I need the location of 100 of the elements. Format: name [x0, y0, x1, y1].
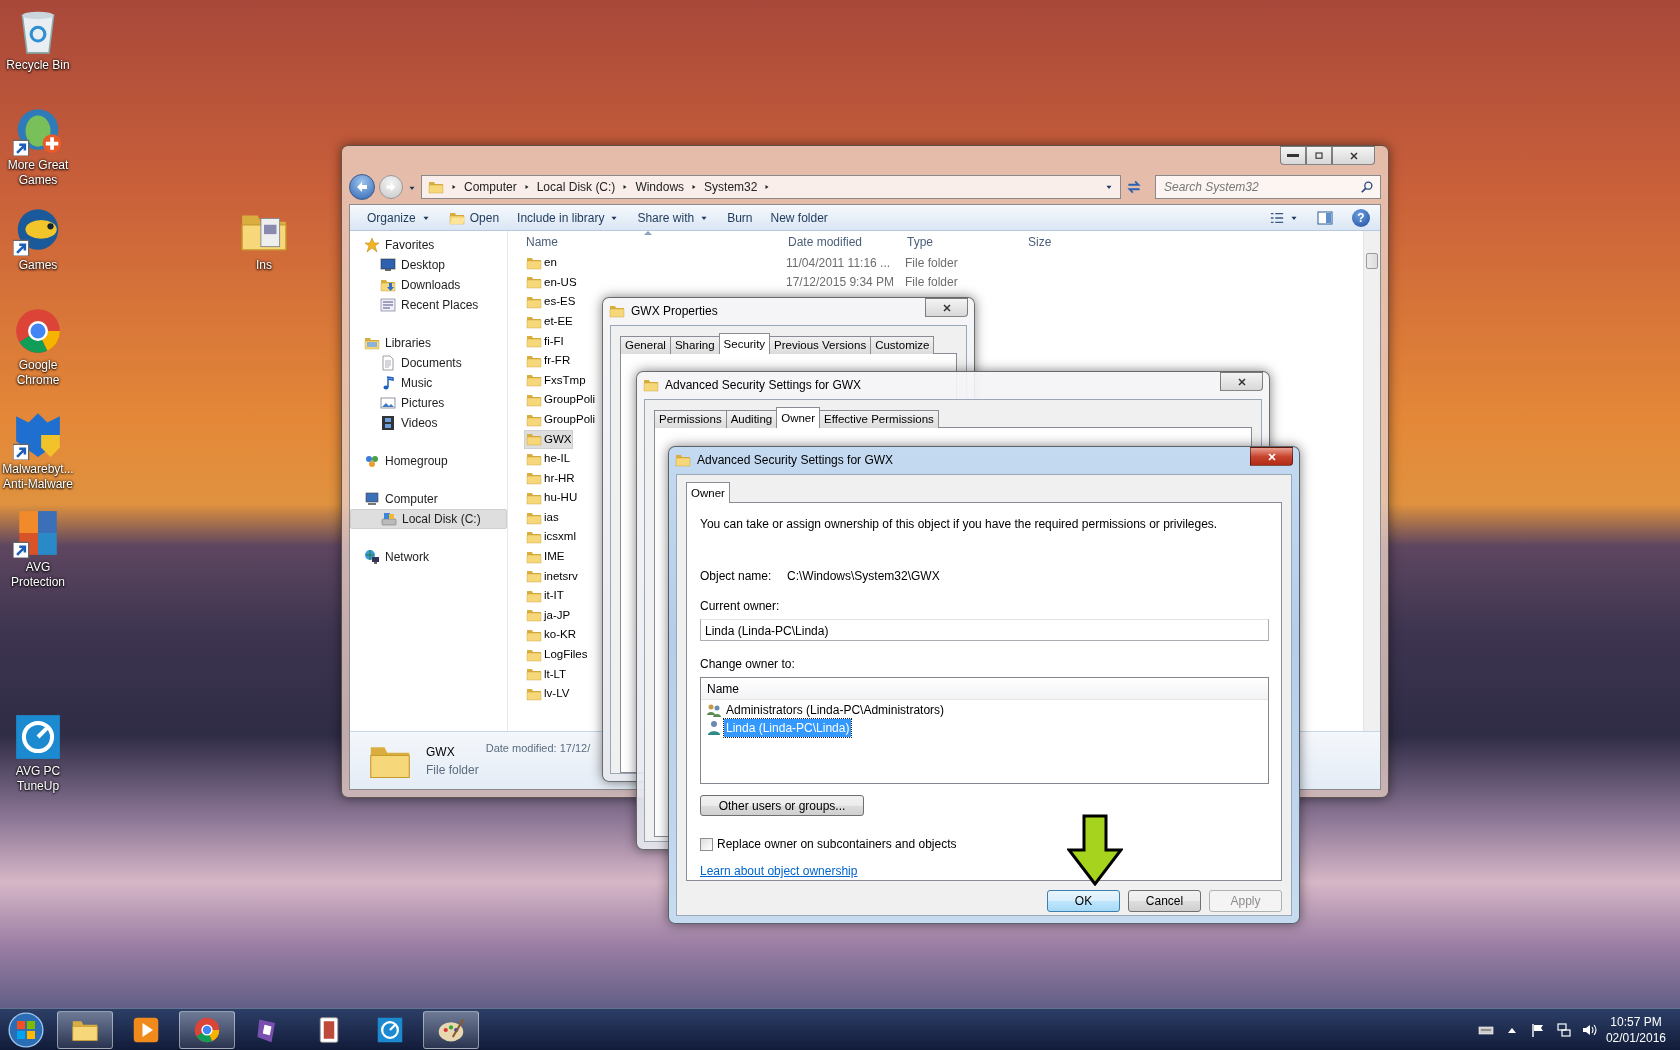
file-item[interactable]: GroupPoli: [524, 409, 598, 430]
dialog-button[interactable]: Cancel: [1128, 890, 1201, 912]
nav-item[interactable]: Local Disk (C:): [350, 509, 507, 529]
file-item[interactable]: it-IT: [524, 586, 566, 606]
file-item[interactable]: en: [524, 253, 559, 273]
tab[interactable]: Sharing: [669, 336, 720, 354]
tab[interactable]: Owner: [686, 482, 730, 503]
nav-item[interactable]: Desktop: [350, 255, 507, 275]
close-button[interactable]: [925, 298, 968, 317]
nav-item[interactable]: Documents: [350, 353, 507, 373]
column-header[interactable]: Size: [1028, 233, 1052, 251]
toolbar-button[interactable]: Organize: [360, 206, 438, 229]
checkbox[interactable]: [700, 837, 713, 851]
file-item[interactable]: LogFiles: [524, 645, 590, 665]
minimize-button[interactable]: [1280, 146, 1306, 165]
file-item[interactable]: ias: [524, 507, 561, 528]
nav-item[interactable]: Computer: [350, 489, 507, 509]
nav-item[interactable]: Network: [350, 547, 507, 567]
nav-item[interactable]: Videos: [350, 413, 507, 433]
clock-date[interactable]: 02/01/2016: [1605, 1029, 1666, 1046]
folder-icon: [526, 470, 542, 487]
nav-item[interactable]: Libraries: [350, 333, 507, 353]
file-item[interactable]: inetsrv: [524, 566, 580, 586]
maximize-button[interactable]: [1306, 146, 1332, 165]
breadcrumb-link[interactable]: Computer: [464, 178, 517, 196]
address-bar[interactable]: Computer Local Disk (C:) Windows System32: [421, 175, 1121, 199]
tab[interactable]: Permissions: [654, 410, 727, 428]
scrollbar[interactable]: [1363, 231, 1380, 731]
file-item[interactable]: IME: [524, 547, 567, 567]
nav-item[interactable]: Homegroup: [350, 451, 507, 471]
file-item[interactable]: hr-HR: [524, 468, 577, 488]
toolbar-button[interactable]: Include in library: [510, 206, 627, 229]
tab[interactable]: Customize: [870, 336, 935, 354]
tab[interactable]: Effective Permissions: [819, 410, 939, 428]
owner-item[interactable]: Administrators (Linda-PC\Administrators): [724, 701, 947, 719]
nav-item[interactable]: Recent Places: [350, 295, 507, 315]
gauge-icon[interactable]: [13, 712, 63, 762]
desktop-icon-label[interactable]: AVG Protection: [0, 560, 76, 590]
desktop-icon-label[interactable]: More Great Games: [0, 158, 76, 188]
view-list-icon: [1270, 210, 1284, 225]
close-button[interactable]: [1220, 372, 1263, 391]
help-link[interactable]: Learn about object ownership: [700, 862, 858, 880]
network-icon[interactable]: [1555, 1021, 1572, 1038]
play-icon: [132, 1015, 160, 1044]
column-header[interactable]: Type: [907, 233, 933, 251]
tab[interactable]: Previous Versions: [769, 336, 872, 354]
nav-item[interactable]: Downloads: [350, 275, 507, 295]
tab[interactable]: Security: [718, 333, 771, 354]
checkbox-label[interactable]: Replace owner on subcontainers and objects: [717, 835, 957, 853]
clock-time[interactable]: 10:57 PM: [1605, 1013, 1666, 1030]
file-item[interactable]: GroupPoli: [524, 390, 598, 410]
file-item[interactable]: lv-LV: [524, 684, 572, 704]
file-item[interactable]: et-EE: [524, 311, 575, 332]
ring-logo-icon[interactable]: [13, 306, 63, 356]
tab[interactable]: Owner: [776, 407, 821, 428]
toolbar-button[interactable]: Burn: [720, 206, 760, 229]
file-item[interactable]: he-IL: [524, 449, 573, 469]
other-users-button[interactable]: Other users or groups...: [700, 795, 864, 816]
tab[interactable]: General: [620, 336, 671, 354]
taskbar-button[interactable]: [57, 1010, 113, 1049]
dialog-title: Advanced Security Settings for GWX: [665, 376, 862, 394]
toolbar-button[interactable]: Open: [441, 206, 507, 229]
nav-item[interactable]: Favorites: [350, 235, 507, 255]
column-header[interactable]: Date modified: [788, 233, 863, 251]
toolbar-button[interactable]: Share with: [630, 206, 717, 229]
file-item[interactable]: es-ES: [524, 292, 578, 312]
file-item[interactable]: GWX: [524, 429, 574, 449]
desktop-icon-label[interactable]: Recycle Bin: [6, 58, 70, 73]
search-field[interactable]: Search System32: [1162, 176, 1360, 198]
dialog-button[interactable]: OK: [1047, 890, 1120, 912]
search-box[interactable]: Search System32: [1155, 175, 1381, 199]
toolbar-button[interactable]: New folder: [763, 206, 835, 229]
nav-item[interactable]: Music: [350, 373, 507, 393]
owner-list[interactable]: Name Administrators (Linda-PC\Administrators) Linda (Linda-PC\Linda): [700, 677, 1269, 785]
fish-icon[interactable]: [13, 106, 63, 156]
close-button[interactable]: [1332, 146, 1375, 165]
file-item[interactable]: icsxml: [524, 527, 578, 547]
column-header[interactable]: Name: [526, 233, 558, 251]
field-label: Change owner to:: [700, 656, 796, 673]
breadcrumb-link[interactable]: System32: [704, 178, 758, 196]
breadcrumb-link[interactable]: Windows: [635, 178, 685, 196]
nav-item[interactable]: Pictures: [350, 393, 507, 413]
flag-icon[interactable]: [1529, 1021, 1546, 1038]
tab[interactable]: Auditing: [725, 410, 778, 428]
taskbar-button[interactable]: [179, 1010, 235, 1049]
file-item[interactable]: fi-FI: [524, 331, 566, 351]
current-owner-field[interactable]: Linda (Linda-PC\Linda): [700, 619, 1269, 641]
file-item[interactable]: lt-LT: [524, 664, 569, 684]
file-item[interactable]: en-US: [524, 272, 579, 292]
close-button[interactable]: [1250, 447, 1293, 466]
desktop-icon-label[interactable]: AVG PC TuneUp: [0, 764, 76, 794]
file-item[interactable]: FxsTmp: [524, 370, 588, 390]
file-item[interactable]: fr-FR: [524, 351, 573, 371]
file-item[interactable]: hu-HU: [524, 488, 580, 508]
file-item[interactable]: ko-KR: [524, 625, 578, 645]
taskbar-button[interactable]: [423, 1010, 479, 1049]
forward-button[interactable]: [379, 175, 403, 199]
back-button[interactable]: [349, 174, 375, 200]
file-item[interactable]: ja-JP: [524, 605, 573, 626]
breadcrumb-link[interactable]: Local Disk (C:): [536, 178, 616, 196]
